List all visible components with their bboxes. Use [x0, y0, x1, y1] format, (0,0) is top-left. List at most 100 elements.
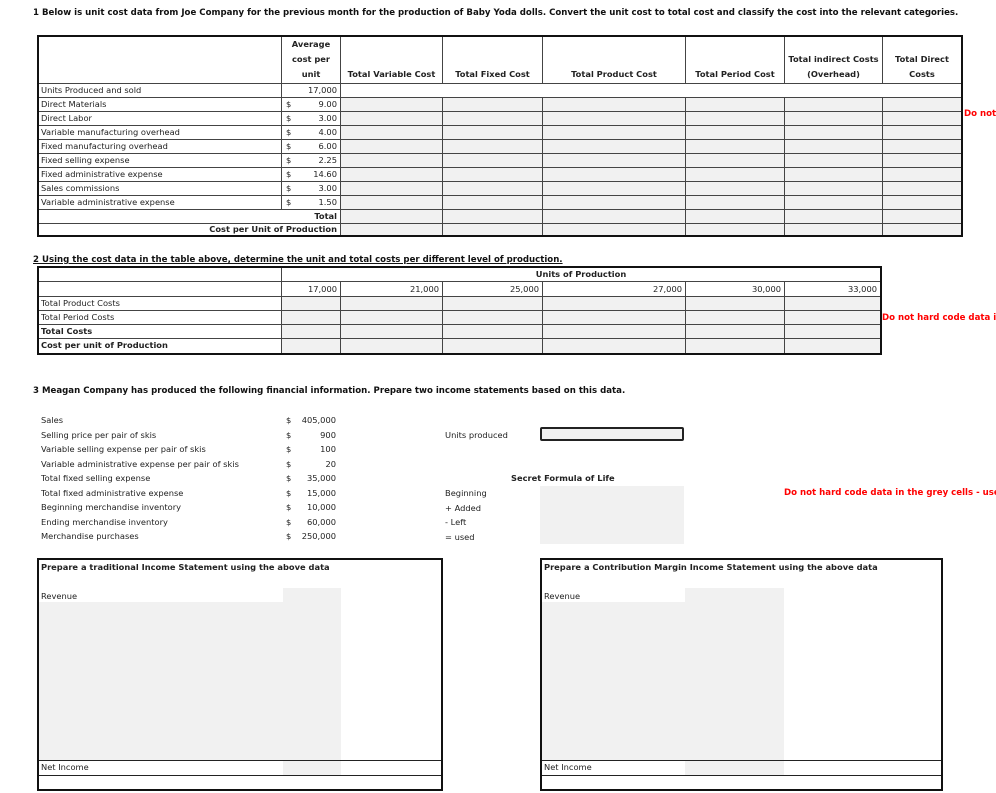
header-total-product-cost-text: Total Product Cost: [571, 69, 657, 79]
cell-fixed[interactable]: [443, 154, 543, 168]
cell-product[interactable]: [543, 126, 686, 140]
cell-total-direct[interactable]: [883, 210, 961, 224]
cell-variable[interactable]: [341, 168, 443, 182]
cost-level-cell[interactable]: [443, 311, 543, 325]
cell-direct[interactable]: [883, 154, 961, 168]
cell-fixed[interactable]: [443, 168, 543, 182]
contribution-revenue-label: Revenue: [544, 591, 581, 601]
cell-product[interactable]: [543, 182, 686, 196]
cell-cpu-indirect[interactable]: [785, 224, 883, 235]
cost-row-label: Sales commissions: [39, 182, 282, 196]
cell-indirect[interactable]: [785, 168, 883, 182]
cost-level-cell[interactable]: [341, 311, 443, 325]
cell-indirect[interactable]: [785, 140, 883, 154]
traditional-amount-column[interactable]: [283, 588, 341, 760]
cost-level-cell[interactable]: [785, 339, 880, 353]
cell-cpu-period[interactable]: [686, 224, 785, 235]
cost-level-cell[interactable]: [282, 325, 341, 339]
cell-fixed[interactable]: [443, 140, 543, 154]
contribution-line-items[interactable]: [542, 602, 685, 760]
cost-level-cell[interactable]: [686, 311, 785, 325]
cell-product[interactable]: [543, 98, 686, 112]
cell-indirect[interactable]: [785, 98, 883, 112]
cell-fixed[interactable]: [443, 182, 543, 196]
cell-variable[interactable]: [341, 154, 443, 168]
cell-total-product[interactable]: [543, 210, 686, 224]
currency-symbol: $: [286, 197, 292, 207]
cell-variable[interactable]: [341, 98, 443, 112]
cost-level-cell[interactable]: [785, 311, 880, 325]
traditional-line-items[interactable]: [39, 602, 283, 760]
table-header-row: Average cost per unit Total Variable Cos…: [39, 37, 961, 84]
cell-direct[interactable]: [883, 196, 961, 210]
cost-level-cell[interactable]: [543, 297, 686, 311]
cost-level-cell[interactable]: [282, 339, 341, 353]
cell-total-fixed[interactable]: [443, 210, 543, 224]
cell-period[interactable]: [686, 98, 785, 112]
cell-product[interactable]: [543, 140, 686, 154]
cost-level-cell[interactable]: [686, 325, 785, 339]
units-of-production-header: Units of Production: [282, 268, 880, 282]
cell-variable[interactable]: [341, 126, 443, 140]
cell-product[interactable]: [543, 112, 686, 126]
cell-period[interactable]: [686, 126, 785, 140]
cell-indirect[interactable]: [785, 112, 883, 126]
contribution-amount-column[interactable]: [685, 588, 784, 760]
cell-fixed[interactable]: [443, 112, 543, 126]
cell-fixed[interactable]: [443, 126, 543, 140]
cell-total-indirect[interactable]: [785, 210, 883, 224]
cell-indirect[interactable]: [785, 154, 883, 168]
cell-indirect[interactable]: [785, 182, 883, 196]
cell-direct[interactable]: [883, 112, 961, 126]
cell-variable[interactable]: [341, 140, 443, 154]
cell-total-period[interactable]: [686, 210, 785, 224]
cell-direct[interactable]: [883, 182, 961, 196]
cell-period[interactable]: [686, 182, 785, 196]
cell-product[interactable]: [543, 196, 686, 210]
traditional-net-income-value[interactable]: [283, 761, 341, 775]
cell-cpu-product[interactable]: [543, 224, 686, 235]
cell-total-variable[interactable]: [341, 210, 443, 224]
cell-cpu-variable[interactable]: [341, 224, 443, 235]
cell-variable[interactable]: [341, 112, 443, 126]
units-blank-cell[interactable]: [341, 84, 961, 98]
cell-cpu-fixed[interactable]: [443, 224, 543, 235]
cell-direct[interactable]: [883, 168, 961, 182]
formula-grey-cells[interactable]: [540, 486, 684, 544]
cost-level-cell[interactable]: [341, 325, 443, 339]
cost-level-cell[interactable]: [785, 325, 880, 339]
cost-level-cell[interactable]: [443, 339, 543, 353]
cost-level-cell[interactable]: [341, 297, 443, 311]
cell-direct[interactable]: [883, 98, 961, 112]
cell-period[interactable]: [686, 112, 785, 126]
cost-level-cell[interactable]: [341, 339, 443, 353]
cost-level-cell[interactable]: [543, 311, 686, 325]
cost-level-cell[interactable]: [443, 297, 543, 311]
cell-direct[interactable]: [883, 126, 961, 140]
cost-level-cell[interactable]: [282, 297, 341, 311]
contribution-title: Prepare a Contribution Margin Income Sta…: [544, 562, 878, 572]
cost-level-cell[interactable]: [785, 297, 880, 311]
cell-period[interactable]: [686, 168, 785, 182]
cell-variable[interactable]: [341, 182, 443, 196]
cell-product[interactable]: [543, 168, 686, 182]
units-produced-input[interactable]: [540, 427, 684, 441]
cell-fixed[interactable]: [443, 98, 543, 112]
cost-level-cell[interactable]: [282, 311, 341, 325]
contribution-net-income-value[interactable]: [685, 761, 784, 775]
cell-variable[interactable]: [341, 196, 443, 210]
cell-indirect[interactable]: [785, 196, 883, 210]
cell-period[interactable]: [686, 196, 785, 210]
cell-cpu-direct[interactable]: [883, 224, 961, 235]
cost-level-cell[interactable]: [543, 325, 686, 339]
cost-level-cell[interactable]: [686, 297, 785, 311]
cost-level-cell[interactable]: [443, 325, 543, 339]
cost-level-cell[interactable]: [686, 339, 785, 353]
cell-period[interactable]: [686, 154, 785, 168]
cell-period[interactable]: [686, 140, 785, 154]
cell-direct[interactable]: [883, 140, 961, 154]
cell-fixed[interactable]: [443, 196, 543, 210]
cost-level-cell[interactable]: [543, 339, 686, 353]
cell-product[interactable]: [543, 154, 686, 168]
cell-indirect[interactable]: [785, 126, 883, 140]
